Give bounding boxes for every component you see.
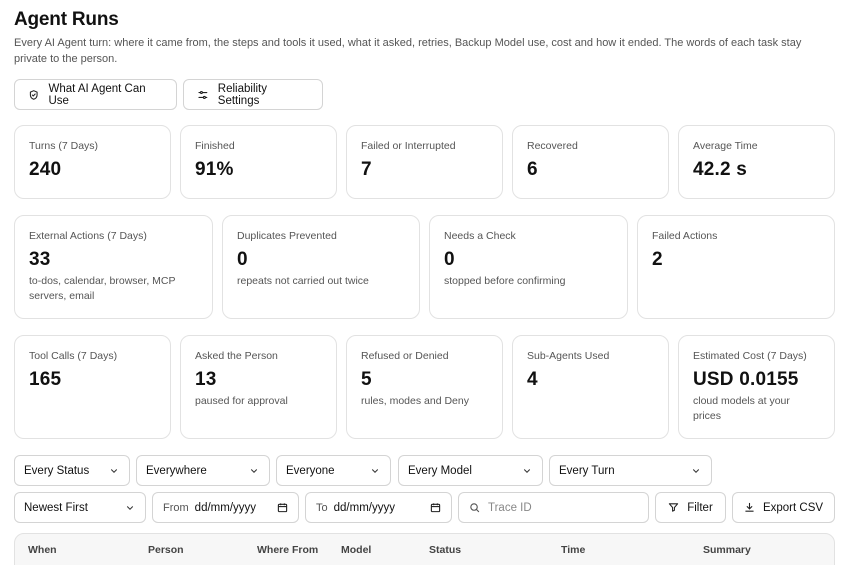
funnel-icon	[669, 503, 679, 512]
download-icon	[745, 502, 754, 512]
stat-note: cloud models at your prices	[693, 395, 790, 422]
source-select[interactable]: Everywhere	[136, 455, 270, 486]
stat-value: 5	[361, 369, 372, 390]
stat-card-turns: Turns (7 Days) 240	[14, 125, 171, 199]
calendar-icon[interactable]	[277, 502, 288, 513]
chevron-down-icon	[692, 468, 700, 473]
model-select[interactable]: Every Model	[398, 455, 543, 486]
chevron-down-icon	[250, 468, 258, 473]
stat-card-sub-agents: Sub-Agents Used 4	[512, 335, 669, 439]
stat-note: stopped before confirming	[444, 275, 566, 287]
stat-value: 7	[361, 159, 372, 180]
column-header-where-from[interactable]: Where From	[257, 544, 318, 556]
stat-card-asked-person: Asked the Person 13 paused for approval	[180, 335, 337, 439]
stat-value: 165	[29, 369, 62, 390]
to-date-value: dd/mm/yyyy	[333, 501, 395, 514]
stat-label: External Actions (7 Days)	[29, 230, 147, 242]
stat-label: Average Time	[693, 140, 758, 152]
calendar-icon[interactable]	[430, 502, 441, 513]
stat-note: repeats not carried out twice	[237, 275, 369, 287]
filter-button[interactable]: Filter	[655, 492, 726, 523]
person-select-value: Everyone	[286, 464, 335, 477]
stat-value: 13	[195, 369, 217, 390]
stat-label: Tool Calls (7 Days)	[29, 350, 118, 362]
stat-card-recovered: Recovered 6	[512, 125, 669, 199]
shield-check-icon	[29, 89, 38, 100]
capabilities-button-label: What AI Agent Can Use	[48, 82, 146, 107]
runs-table-header: When Person Where From Model Status Time…	[14, 533, 835, 565]
stat-label: Finished	[195, 140, 235, 152]
chevron-down-icon	[523, 468, 531, 473]
export-csv-label: Export CSV	[762, 501, 824, 514]
turn-select[interactable]: Every Turn	[549, 455, 712, 486]
stat-card-average-time: Average Time 42.2 s	[678, 125, 835, 199]
status-select[interactable]: Every Status	[14, 455, 130, 486]
stat-card-refused-denied: Refused or Denied 5 rules, modes and Den…	[346, 335, 503, 439]
sliders-icon	[198, 90, 208, 99]
trace-id-input[interactable]	[488, 501, 638, 514]
stat-value: 0	[444, 249, 455, 270]
from-date-input[interactable]: From dd/mm/yyyy	[152, 492, 299, 523]
column-header-summary[interactable]: Summary	[703, 544, 751, 556]
stat-value: 4	[527, 369, 538, 390]
stat-value: 240	[29, 159, 62, 180]
stat-value: 6	[527, 159, 538, 180]
page-title: Agent Runs	[14, 9, 119, 30]
stat-label: Recovered	[527, 140, 578, 152]
model-select-value: Every Model	[408, 464, 472, 477]
stat-value: 0	[237, 249, 248, 270]
stat-label: Asked the Person	[195, 350, 278, 362]
stat-value: 33	[29, 249, 51, 270]
reliability-settings-label: Reliability Settings	[217, 82, 267, 107]
stat-label: Duplicates Prevented	[237, 230, 337, 242]
to-date-label: To	[316, 501, 328, 514]
stat-note: to-dos, calendar, browser, MCP servers, …	[29, 275, 176, 302]
stat-card-failed: Failed or Interrupted 7	[346, 125, 503, 199]
stat-value: 2	[652, 249, 663, 270]
person-select[interactable]: Everyone	[276, 455, 391, 486]
stat-card-duplicates-prevented: Duplicates Prevented 0 repeats not carri…	[222, 215, 420, 319]
stat-value: USD 0.0155	[693, 369, 799, 390]
from-date-label: From	[163, 501, 189, 514]
export-csv-button[interactable]: Export CSV	[732, 492, 835, 523]
to-date-input[interactable]: To dd/mm/yyyy	[305, 492, 452, 523]
turn-select-value: Every Turn	[559, 464, 615, 477]
trace-search[interactable]	[458, 492, 649, 523]
chevron-down-icon	[110, 468, 118, 473]
capabilities-button[interactable]: What AI Agent Can Use	[14, 79, 177, 110]
reliability-settings-button[interactable]: Reliability Settings	[183, 79, 323, 110]
stat-label: Sub-Agents Used	[527, 350, 610, 362]
page-description: Every AI Agent turn: where it came from,…	[14, 37, 802, 65]
stat-label: Turns (7 Days)	[29, 140, 99, 152]
stat-note: paused for approval	[195, 395, 288, 407]
stat-value: 42.2 s	[693, 159, 748, 180]
stat-label: Estimated Cost (7 Days)	[693, 350, 807, 362]
stat-label: Refused or Denied	[361, 350, 449, 362]
from-date-value: dd/mm/yyyy	[194, 501, 257, 514]
stat-card-tool-calls: Tool Calls (7 Days) 165	[14, 335, 171, 439]
source-select-value: Everywhere	[146, 464, 207, 477]
stat-label: Failed Actions	[652, 230, 718, 242]
search-icon	[470, 503, 480, 513]
column-header-when[interactable]: When	[28, 544, 57, 556]
column-header-model[interactable]: Model	[341, 544, 371, 556]
stat-label: Failed or Interrupted	[361, 140, 456, 152]
status-select-value: Every Status	[24, 464, 90, 477]
stat-card-external-actions: External Actions (7 Days) 33 to-dos, cal…	[14, 215, 213, 319]
stat-note: rules, modes and Deny	[361, 395, 469, 407]
stat-value: 91%	[195, 159, 234, 180]
column-header-person[interactable]: Person	[148, 544, 184, 556]
stat-label: Needs a Check	[444, 230, 516, 242]
column-header-status[interactable]: Status	[429, 544, 461, 556]
chevron-down-icon	[371, 468, 379, 473]
filter-button-label: Filter	[687, 501, 713, 514]
stat-card-failed-actions: Failed Actions 2	[637, 215, 835, 319]
sort-select-value: Newest First	[24, 501, 88, 514]
stat-card-finished: Finished 91%	[180, 125, 337, 199]
stat-card-needs-check: Needs a Check 0 stopped before confirmin…	[429, 215, 628, 319]
stat-card-estimated-cost: Estimated Cost (7 Days) USD 0.0155 cloud…	[678, 335, 835, 439]
sort-select[interactable]: Newest First	[14, 492, 146, 523]
chevron-down-icon	[126, 505, 134, 510]
column-header-time[interactable]: Time	[561, 544, 585, 556]
